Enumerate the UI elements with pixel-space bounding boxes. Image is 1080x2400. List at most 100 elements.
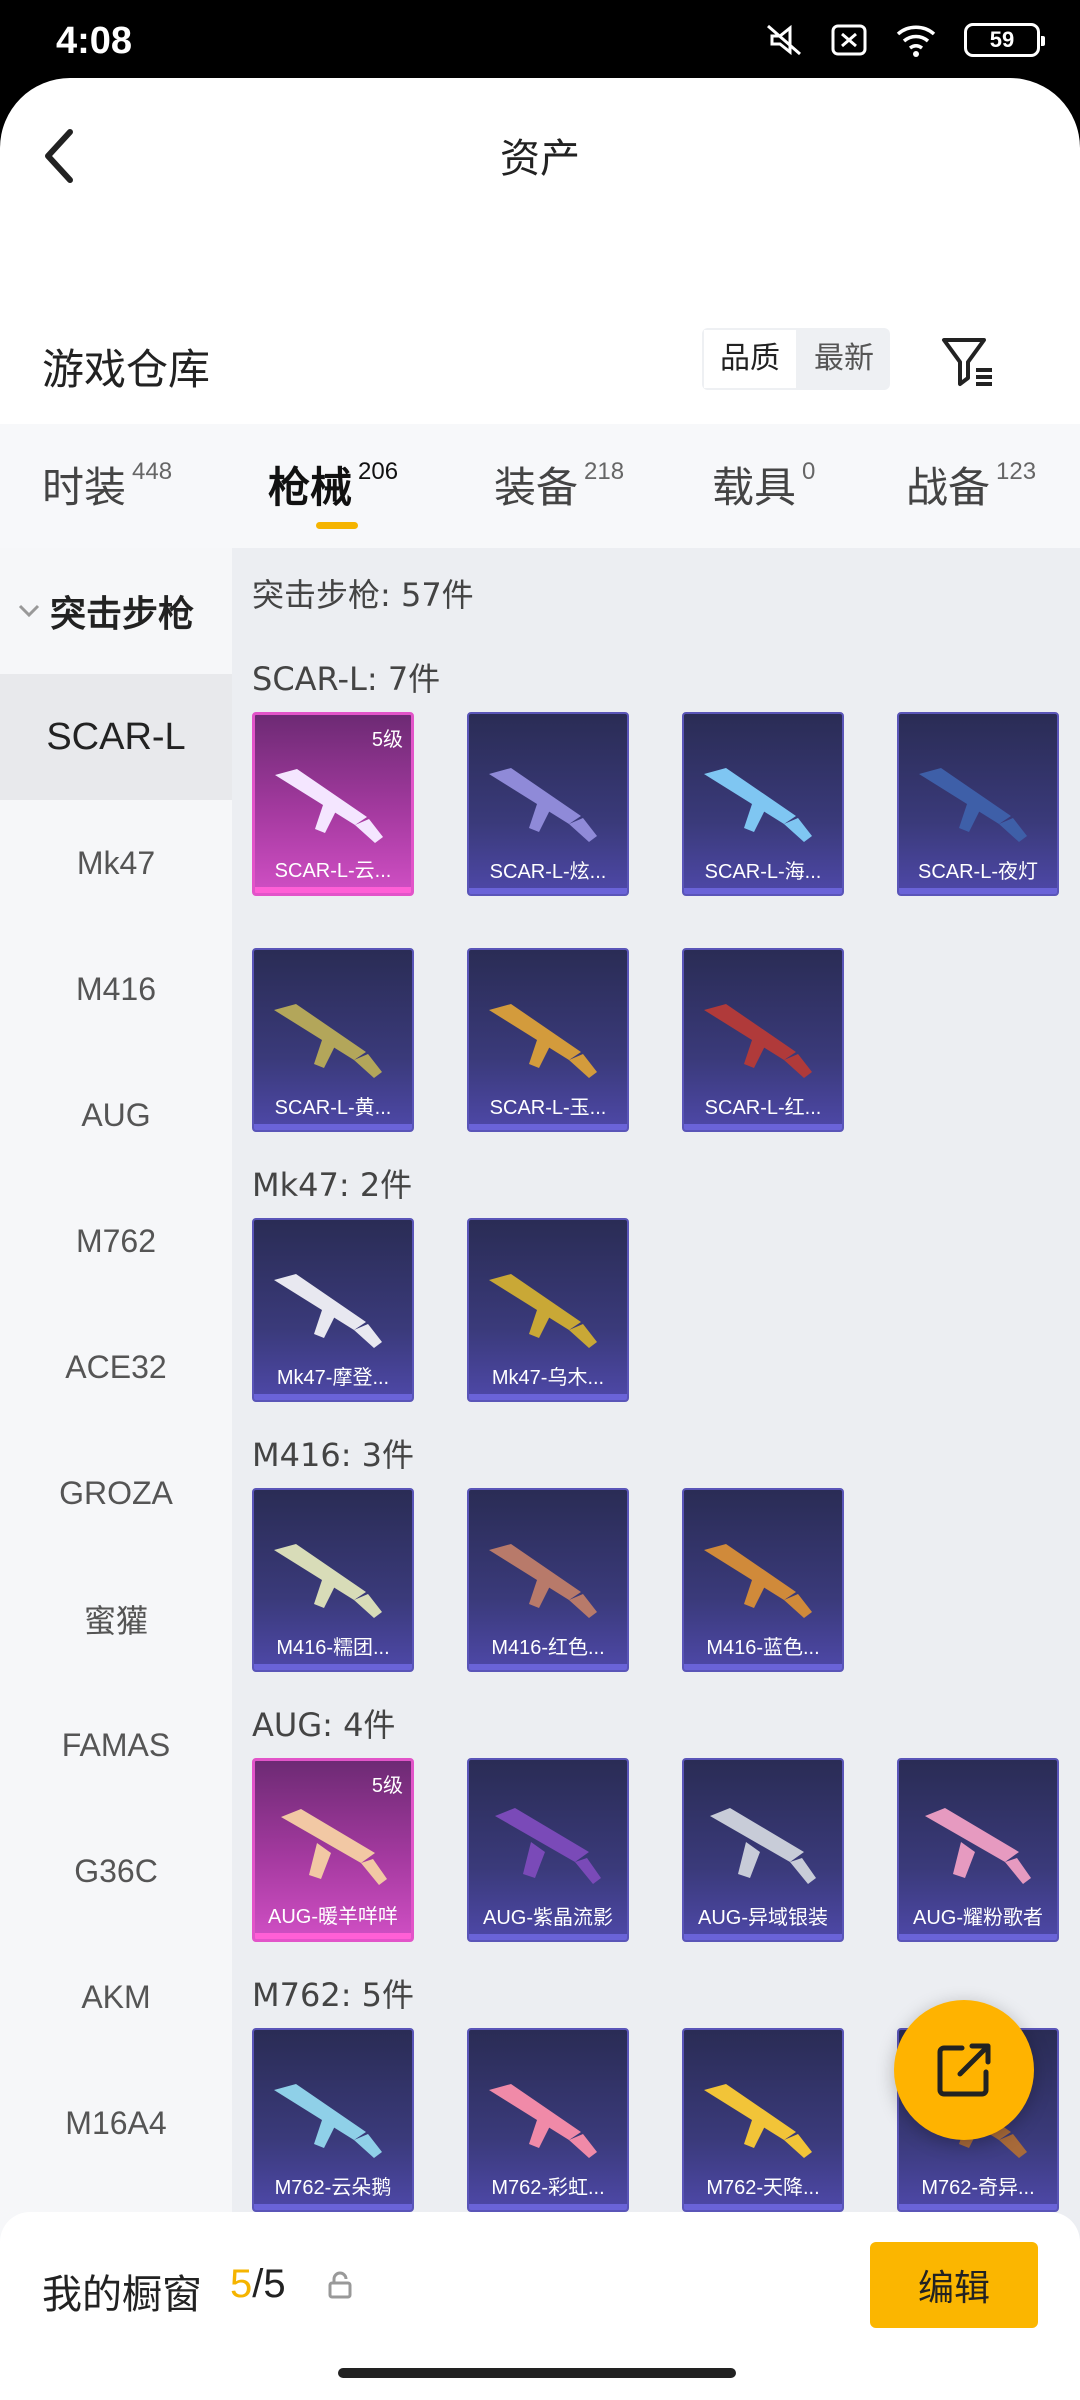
card-rarity-bar <box>469 1664 627 1670</box>
card-rarity-bar <box>469 1124 627 1130</box>
card-rarity-bar <box>899 2204 1057 2210</box>
card-label: M762-彩虹... <box>491 2177 605 2199</box>
card-rarity-bar <box>684 1664 842 1670</box>
sidebar-item-famas[interactable]: FAMAS <box>0 1682 232 1808</box>
card-rarity-bar <box>684 1934 842 1940</box>
weapon-card[interactable]: M416-蓝色... <box>682 1488 844 1672</box>
card-label: SCAR-L-炫... <box>489 861 607 883</box>
sidebar-item-scar-l[interactable]: SCAR-L <box>0 674 232 800</box>
app-screen: 资产 游戏仓库 品质 最新 时装 448 枪械 206 装备 218 载具 0 <box>0 78 1080 2400</box>
sidebar-item-aug[interactable]: AUG <box>0 1052 232 1178</box>
tab-vehicles[interactable]: 载具 0 <box>712 454 815 515</box>
card-label: SCAR-L-云... <box>274 860 392 882</box>
weapon-card[interactable]: M762-彩虹... <box>467 2028 629 2212</box>
warehouse-title: 游戏仓库 <box>42 345 211 394</box>
weapon-card[interactable]: M762-天降... <box>682 2028 844 2212</box>
card-rarity-bar <box>255 887 411 893</box>
weapon-card[interactable]: AUG-耀粉歌者 <box>897 1758 1059 1942</box>
sort-by-newest[interactable]: 最新 <box>798 328 890 390</box>
showcase-current: 5 <box>230 2262 253 2306</box>
tab-label: 装备 <box>494 463 579 512</box>
edit-button[interactable]: 编辑 <box>870 2242 1038 2328</box>
sidebar-item-m416[interactable]: M416 <box>0 926 232 1052</box>
weapon-card[interactable]: SCAR-L-炫... <box>467 712 629 896</box>
sidebar-category[interactable]: 突击步枪 <box>0 548 232 674</box>
card-label: SCAR-L-玉... <box>489 1097 607 1119</box>
showcase-total: /5 <box>252 2262 286 2306</box>
weapon-card[interactable]: M762-云朵鹅 <box>252 2028 414 2212</box>
sidebar-item-groza[interactable]: GROZA <box>0 1430 232 1556</box>
weapon-card[interactable]: AUG-紫晶流影 <box>467 1758 629 1942</box>
rifle-icon <box>704 2084 812 2158</box>
weapon-card[interactable]: SCAR-L-海... <box>682 712 844 896</box>
weapon-card[interactable]: M416-糯团... <box>252 1488 414 1672</box>
sort-toggle: 品质 最新 <box>702 328 890 390</box>
sim-off-icon <box>831 24 867 56</box>
card-rarity-bar <box>899 888 1057 894</box>
tab-label: 战备 <box>906 463 991 512</box>
tab-count: 123 <box>996 458 1037 485</box>
sort-by-quality[interactable]: 品质 <box>702 328 798 390</box>
showcase-label: 我的橱窗 <box>42 2272 202 2318</box>
status-icons: 59 <box>764 22 1045 58</box>
card-label: M762-奇异... <box>921 2177 1035 2199</box>
top-bar: 资产 <box>0 78 1080 228</box>
card-rarity-bar <box>469 1934 627 1940</box>
weapon-card[interactable]: AUG-异域银装 <box>682 1758 844 1942</box>
active-tab-indicator <box>316 522 358 529</box>
status-bar: 4:08 59 <box>0 0 1080 90</box>
tab-label: 时装 <box>42 463 127 512</box>
sidebar-item-honey-badger[interactable]: 蜜獾 <box>0 1556 232 1682</box>
status-time: 4:08 <box>56 20 133 62</box>
weapon-card[interactable]: SCAR-L-夜灯 <box>897 712 1059 896</box>
rifle-icon <box>919 768 1027 842</box>
rifle-icon <box>704 1004 812 1078</box>
weapon-card[interactable]: 5级 AUG-暖羊咩咩 <box>252 1758 414 1942</box>
weapon-card[interactable]: M416-红色... <box>467 1488 629 1672</box>
weapon-card[interactable]: Mk47-乌木... <box>467 1218 629 1402</box>
rifle-icon <box>281 1809 387 1885</box>
showcase-count: 5/5 <box>230 2262 286 2307</box>
sidebar-item-ace32[interactable]: ACE32 <box>0 1304 232 1430</box>
filter-button[interactable] <box>938 332 998 390</box>
sidebar-item-m762[interactable]: M762 <box>0 1178 232 1304</box>
sidebar-item-g36c[interactable]: G36C <box>0 1808 232 1934</box>
weapon-card[interactable]: Mk47-摩登... <box>252 1218 414 1402</box>
tab-guns[interactable]: 枪械 206 <box>268 454 398 515</box>
sidebar-item-akm[interactable]: AKM <box>0 1934 232 2060</box>
category-total: 突击步枪: 57件 <box>252 576 474 614</box>
rifle-icon <box>274 1544 382 1618</box>
group-title-m762: M762: 5件 <box>252 1976 415 2014</box>
card-rarity-bar <box>684 2204 842 2210</box>
card-rarity-bar <box>469 888 627 894</box>
group-title-scar-l: SCAR-L: 7件 <box>252 660 441 698</box>
card-rarity-bar <box>254 1124 412 1130</box>
card-label: M416-红色... <box>491 1637 605 1659</box>
weapon-card[interactable]: 5级 SCAR-L-云... <box>252 712 414 896</box>
card-label: AUG-暖羊咩咩 <box>268 1906 398 1928</box>
tab-count: 448 <box>132 458 173 485</box>
card-level: 5级 <box>371 729 403 751</box>
sidebar-item-m16a4[interactable]: M16A4 <box>0 2060 232 2186</box>
weapon-card[interactable]: SCAR-L-黄... <box>252 948 414 1132</box>
rifle-icon <box>489 1274 597 1348</box>
weapon-sidebar: 突击步枪 SCAR-L Mk47 M416 AUG M762 ACE32 GRO… <box>0 548 232 2288</box>
card-label: AUG-异域银装 <box>698 1907 828 1929</box>
weapon-card[interactable]: SCAR-L-红... <box>682 948 844 1132</box>
tab-supplies[interactable]: 战备 123 <box>906 454 1036 515</box>
mute-icon <box>767 24 801 56</box>
rifle-icon <box>274 1274 382 1348</box>
tab-count: 218 <box>584 458 625 485</box>
card-label: SCAR-L-海... <box>704 861 822 883</box>
weapon-card[interactable]: SCAR-L-玉... <box>467 948 629 1132</box>
page-title: 资产 <box>500 136 580 182</box>
rifle-icon <box>710 1808 816 1884</box>
card-label: M416-蓝色... <box>706 1637 820 1659</box>
home-indicator[interactable] <box>338 2368 736 2378</box>
tab-equipment[interactable]: 装备 218 <box>494 454 624 515</box>
tab-label: 载具 <box>712 463 797 512</box>
share-button[interactable] <box>894 2000 1034 2140</box>
card-rarity-bar <box>254 1664 412 1670</box>
sidebar-item-mk47[interactable]: Mk47 <box>0 800 232 926</box>
tab-outfits[interactable]: 时装 448 <box>42 454 172 515</box>
